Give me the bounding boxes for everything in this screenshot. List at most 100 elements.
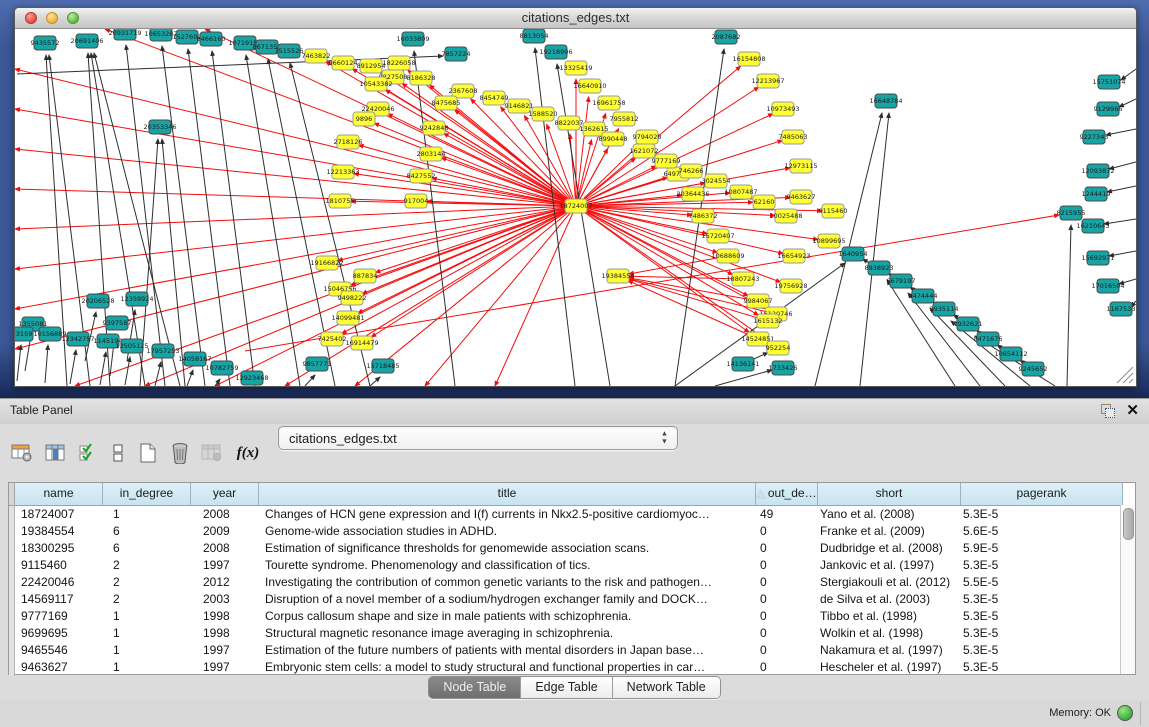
float-window-icon[interactable]	[1101, 404, 1115, 418]
window-zoom-button[interactable]	[67, 12, 79, 24]
graph-node[interactable]: 16961758	[592, 96, 625, 110]
tab-network-table[interactable]: Network Table	[613, 677, 720, 698]
table-row[interactable]: 946554611997Estimation of the future num…	[9, 642, 1135, 659]
row-height-icon[interactable]	[104, 438, 132, 468]
graph-node[interactable]: 1621072	[630, 144, 659, 158]
cell-pagerank[interactable]: 5.3E-5	[961, 506, 1123, 523]
cell-in_degree[interactable]: 6	[103, 523, 191, 540]
cell-pagerank[interactable]: 5.3E-5	[961, 608, 1123, 625]
graph-node[interactable]: 10025488	[769, 209, 802, 223]
graph-node[interactable]: 12923468	[235, 371, 268, 385]
column-header-pagerank[interactable]: pagerank	[961, 483, 1123, 505]
graph-node[interactable]: 20691406	[70, 34, 103, 48]
graph-node[interactable]: 917004	[404, 194, 429, 208]
cell-out_de[interactable]: 0	[756, 591, 818, 608]
cell-name[interactable]: 14569117	[15, 591, 103, 608]
cell-short[interactable]: Tibbo et al. (1998)	[818, 608, 961, 625]
cell-out_de[interactable]: 0	[756, 574, 818, 591]
graph-node[interactable]: 1810755	[326, 194, 355, 208]
cell-title[interactable]: Changes of HCN gene expression and I(f) …	[259, 506, 756, 523]
graph-node[interactable]: 12342757	[61, 332, 94, 346]
graph-node[interactable]: 9115460	[819, 204, 848, 218]
graph-node[interactable]: 9129966	[1094, 102, 1123, 116]
graph-node[interactable]: 15751074	[1092, 75, 1125, 89]
window-titlebar[interactable]: citations_edges.txt	[15, 8, 1136, 29]
graph-node[interactable]: 16154808	[732, 52, 765, 66]
graph-node[interactable]: 3024554	[702, 174, 731, 188]
cell-short[interactable]: Nakamura et al. (1997)	[818, 642, 961, 659]
graph-node[interactable]: 20206528	[81, 294, 114, 308]
cell-name[interactable]: 9115460	[15, 557, 103, 574]
graph-node[interactable]: 2935114	[930, 302, 959, 316]
table-row[interactable]: 977716911998Corpus callosum shape and si…	[9, 608, 1135, 625]
graph-node[interactable]: 14099481	[331, 311, 364, 325]
cell-name[interactable]: 22420046	[15, 574, 103, 591]
graph-node[interactable]: 19756928	[774, 279, 807, 293]
cell-title[interactable]: Structural magnetic resonance image aver…	[259, 625, 756, 642]
graph-node[interactable]: 9245652	[1019, 362, 1048, 376]
table-row[interactable]: 911546021997Tourette syndrome. Phenomeno…	[9, 557, 1135, 574]
graph-node[interactable]: 17957253	[146, 344, 179, 358]
cell-pagerank[interactable]: 5.3E-5	[961, 659, 1123, 676]
graph-node[interactable]: 2803144	[417, 147, 446, 161]
graph-node[interactable]: 12973115	[784, 159, 817, 173]
cell-pagerank[interactable]: 5.6E-5	[961, 523, 1123, 540]
cell-in_degree[interactable]: 1	[103, 506, 191, 523]
graph-node[interactable]: 13325419	[559, 61, 592, 75]
graph-node[interactable]: 16210643	[1076, 219, 1109, 233]
network-window[interactable]: citations_edges.txt 18724007943557220691…	[14, 7, 1137, 387]
cell-short[interactable]: Yano et al. (2008)	[818, 506, 961, 523]
graph-node[interactable]: 15692971	[1081, 251, 1114, 265]
graph-node[interactable]: 1640954	[839, 247, 868, 261]
column-header-title[interactable]: title	[259, 483, 756, 505]
cell-name[interactable]: 9465546	[15, 642, 103, 659]
delete-trash-icon[interactable]	[166, 438, 194, 468]
tab-node-table[interactable]: Node Table	[429, 677, 521, 698]
column-header-short[interactable]: short	[818, 483, 961, 505]
cell-title[interactable]: Embryonic stem cells: a model to study s…	[259, 659, 756, 676]
cell-in_degree[interactable]: 1	[103, 625, 191, 642]
graph-node[interactable]: 9794028	[633, 130, 662, 144]
graph-node[interactable]: 7857224	[442, 47, 471, 61]
graph-node[interactable]: 7485063	[779, 130, 808, 144]
graph-node[interactable]: 9498222	[338, 291, 367, 305]
cell-title[interactable]: Genome-wide association studies in ADHD.	[259, 523, 756, 540]
graph-node[interactable]: 15718485	[366, 359, 399, 373]
graph-node[interactable]: 8466160	[197, 32, 226, 46]
cell-pagerank[interactable]: 5.3E-5	[961, 591, 1123, 608]
graph-node[interactable]: 9660124	[329, 56, 358, 70]
graph-node[interactable]: 1244419	[1082, 187, 1111, 201]
cell-pagerank[interactable]: 5.9E-5	[961, 540, 1123, 557]
graph-node[interactable]: 9857771	[303, 357, 332, 371]
cell-in_degree[interactable]: 2	[103, 591, 191, 608]
graph-node[interactable]: 7463822	[302, 49, 331, 63]
cell-year[interactable]: 1997	[191, 642, 259, 659]
graph-node[interactable]: 10654112	[994, 347, 1027, 361]
graph-node[interactable]: 8471676	[974, 332, 1003, 346]
cell-pagerank[interactable]: 5.5E-5	[961, 574, 1123, 591]
select-columns-check-icon[interactable]	[74, 438, 102, 468]
cell-out_de[interactable]: 0	[756, 540, 818, 557]
graph-node[interactable]: 9984067	[744, 294, 773, 308]
graph-node[interactable]: 20364436	[676, 187, 709, 201]
graph-node[interactable]: 8990448	[599, 132, 628, 146]
table-row[interactable]: 2242004622012Investigating the contribut…	[9, 574, 1135, 591]
graph-node[interactable]: 8186328	[407, 71, 436, 85]
graph-node[interactable]: 10543382	[359, 77, 392, 91]
graph-node[interactable]: 10807487	[724, 185, 757, 199]
cell-out_de[interactable]: 0	[756, 608, 818, 625]
graph-node[interactable]: 7486372	[689, 209, 718, 223]
show-columns-icon[interactable]	[42, 438, 70, 468]
cell-name[interactable]: 9463627	[15, 659, 103, 676]
graph-node[interactable]: 18807243	[726, 272, 759, 286]
cell-short[interactable]: Hescheler et al. (1997)	[818, 659, 961, 676]
tab-edge-table[interactable]: Edge Table	[521, 677, 612, 698]
table-row[interactable]: 969969511998Structural magnetic resonanc…	[9, 625, 1135, 642]
graph-node[interactable]: 10899695	[812, 234, 845, 248]
cell-year[interactable]: 1997	[191, 659, 259, 676]
graph-node[interactable]: 12093872	[1081, 164, 1114, 178]
cell-year[interactable]: 2009	[191, 523, 259, 540]
graph-node[interactable]: 9463627	[787, 190, 816, 204]
cell-year[interactable]: 1998	[191, 625, 259, 642]
cell-name[interactable]: 18724007	[15, 506, 103, 523]
